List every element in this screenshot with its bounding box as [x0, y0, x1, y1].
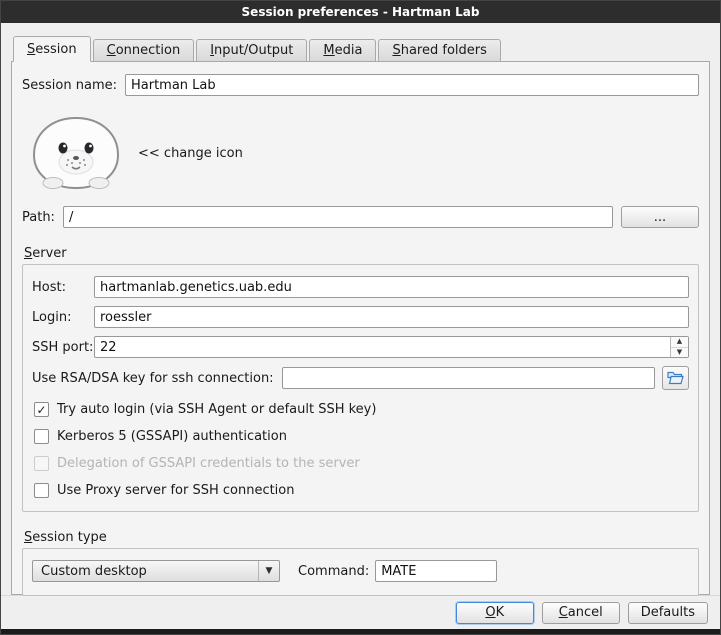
rsa-key-row: Use RSA/DSA key for ssh connection:: [32, 366, 689, 390]
spin-down-button[interactable]: ▼: [671, 348, 688, 358]
path-browse-button[interactable]: ...: [621, 206, 699, 228]
spin-buttons: ▲ ▼: [670, 337, 688, 357]
defaults-button-label: Defaults: [641, 605, 695, 620]
login-row: Login:: [32, 306, 689, 328]
tab-input-output-label: Input/Output: [210, 43, 293, 58]
session-type-row: Custom desktop ▼ Command:: [32, 560, 689, 582]
server-group-title: Server: [24, 246, 67, 261]
checkbox-gssapi-delegation-box: [34, 456, 49, 471]
path-label: Path:: [22, 210, 55, 225]
dialog-body: Session Connection Input/Output Media Sh…: [1, 23, 720, 595]
tab-media-label: Media: [323, 43, 362, 58]
session-type-frame: Custom desktop ▼ Command:: [22, 548, 699, 596]
checkbox-proxy-label: Use Proxy server for SSH connection: [57, 483, 295, 498]
checkbox-auto-login[interactable]: ✓ Try auto login (via SSH Agent or defau…: [34, 402, 689, 417]
tab-bar: Session Connection Input/Output Media Sh…: [13, 35, 710, 61]
checkbox-gssapi-delegation-label: Delegation of GSSAPI credentials to the …: [57, 456, 360, 471]
dialog-footer: OK Cancel Defaults: [1, 595, 720, 629]
checkbox-auto-login-box[interactable]: ✓: [34, 402, 49, 417]
server-group-frame: Host: Login: SSH port: ▲ ▼: [22, 264, 699, 512]
checkbox-proxy[interactable]: Use Proxy server for SSH connection: [34, 483, 689, 498]
path-input[interactable]: [63, 206, 613, 228]
session-type-group-title: Session type: [24, 530, 107, 545]
titlebar[interactable]: Session preferences - Hartman Lab: [1, 1, 720, 23]
session-type-value: Custom desktop: [33, 564, 258, 579]
tab-connection-label: Connection: [107, 43, 181, 58]
session-icon-row: << change icon: [30, 114, 699, 192]
session-type-group: Session type Custom desktop ▼ Command:: [22, 530, 699, 596]
command-label: Command:: [298, 564, 369, 579]
login-label: Login:: [32, 310, 94, 325]
ssh-port-input[interactable]: [94, 336, 689, 358]
tab-session-label: Session: [27, 42, 77, 57]
session-icon-button[interactable]: [30, 115, 122, 191]
defaults-button[interactable]: Defaults: [628, 602, 708, 624]
session-name-row: Session name:: [22, 74, 699, 96]
session-tab-pane: Session name:: [11, 61, 710, 595]
tab-input-output[interactable]: Input/Output: [196, 39, 307, 61]
checkbox-proxy-box[interactable]: [34, 483, 49, 498]
login-input[interactable]: [94, 306, 689, 328]
ssh-port-row: SSH port: ▲ ▼: [32, 336, 689, 358]
checkbox-kerberos-box[interactable]: [34, 429, 49, 444]
tab-connection[interactable]: Connection: [93, 39, 195, 61]
command-input[interactable]: [375, 560, 497, 582]
checkbox-auto-login-label: Try auto login (via SSH Agent or default…: [57, 402, 376, 417]
dropdown-arrow-box: ▼: [258, 561, 279, 581]
checkbox-gssapi-delegation: Delegation of GSSAPI credentials to the …: [34, 456, 689, 471]
ok-button[interactable]: OK: [456, 602, 534, 624]
chevron-down-icon: ▼: [266, 566, 273, 576]
ssh-port-spinbox: ▲ ▼: [94, 336, 689, 358]
ok-button-label: OK: [485, 605, 504, 620]
session-name-label: Session name:: [22, 78, 117, 93]
host-input[interactable]: [94, 276, 689, 298]
seal-icon: [30, 115, 122, 191]
rsa-key-input[interactable]: [282, 367, 655, 389]
path-row: Path: ...: [22, 206, 699, 228]
session-preferences-dialog: Session preferences - Hartman Lab Sessio…: [0, 0, 721, 635]
window-bottom-edge: [1, 629, 720, 635]
ssh-port-label: SSH port:: [32, 340, 94, 355]
cancel-button[interactable]: Cancel: [542, 602, 620, 624]
session-name-input[interactable]: [125, 74, 699, 96]
server-group: Server Host: Login: SSH port:: [22, 246, 699, 512]
change-icon-label: << change icon: [138, 146, 243, 161]
chevron-up-icon: ▲: [677, 338, 682, 345]
checkbox-kerberos[interactable]: Kerberos 5 (GSSAPI) authentication: [34, 429, 689, 444]
rsa-key-browse-button[interactable]: [662, 366, 689, 390]
tab-session[interactable]: Session: [13, 36, 91, 62]
folder-open-icon: [667, 371, 684, 385]
cancel-button-label: Cancel: [559, 605, 603, 620]
host-row: Host:: [32, 276, 689, 298]
session-type-dropdown[interactable]: Custom desktop ▼: [32, 560, 280, 582]
window-title: Session preferences - Hartman Lab: [242, 5, 480, 19]
tab-media[interactable]: Media: [309, 39, 376, 61]
tab-shared-folders[interactable]: Shared folders: [378, 39, 500, 61]
checkbox-kerberos-label: Kerberos 5 (GSSAPI) authentication: [57, 429, 287, 444]
rsa-key-label: Use RSA/DSA key for ssh connection:: [32, 371, 274, 386]
host-label: Host:: [32, 280, 94, 295]
chevron-down-icon: ▼: [677, 349, 682, 356]
spin-up-button[interactable]: ▲: [671, 337, 688, 348]
tab-shared-folders-label: Shared folders: [392, 43, 486, 58]
